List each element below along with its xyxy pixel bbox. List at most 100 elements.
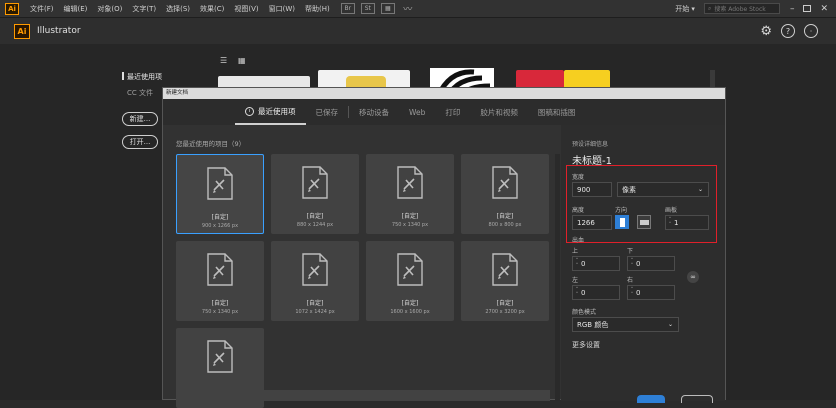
ai-logo-icon: Ai — [5, 2, 19, 15]
create-button[interactable] — [637, 395, 665, 403]
cc-files-nav-item[interactable]: CC 文件 — [127, 88, 153, 98]
bleed-top-input[interactable]: ˄ ˅ 0 — [572, 256, 620, 271]
tab-print[interactable]: 打印 — [435, 99, 470, 125]
menu-help[interactable]: 帮助(H) — [300, 4, 335, 14]
bridge-icon[interactable]: Br — [340, 3, 355, 14]
bleed-right-value: 0 — [636, 288, 641, 297]
close-icon[interactable]: ✕ — [820, 4, 828, 14]
stepper-icon[interactable]: ˄ ˅ — [573, 258, 581, 269]
open-button[interactable]: 打开... — [122, 135, 158, 149]
bleed-left-input[interactable]: ˄ ˅ 0 — [572, 285, 620, 300]
close-dialog-button[interactable] — [681, 395, 713, 403]
preset-card[interactable]: [自定] 750 x 1340 px — [366, 154, 454, 234]
height-label: 高度 — [572, 207, 585, 214]
search-input[interactable]: ⌕ 搜索 Adobe Stock — [703, 3, 780, 14]
preset-size: 2700 x 3200 px — [485, 309, 525, 315]
more-settings-link[interactable]: 更多设置 — [572, 340, 600, 350]
preset-card[interactable]: [自定] 900 x 1266 px — [176, 154, 264, 234]
illustrator-logo-icon: Ai — [14, 23, 30, 39]
gear-icon[interactable]: ⚙ — [760, 24, 772, 39]
bleed-bottom-input[interactable]: ˄ ˅ 0 — [627, 256, 675, 271]
arrange-icon[interactable]: ▦ — [380, 3, 395, 14]
preset-size: 900 x 1266 px — [201, 223, 239, 229]
preset-details-panel: 预设详细信息 未标题-1 宽度 900 像素 ⌄ 高度 1266 方向 画板 ˄… — [561, 125, 725, 403]
stepper-icon[interactable]: ˄ ˅ — [628, 287, 636, 298]
tab-saved[interactable]: 已保存 — [306, 99, 349, 125]
help-icon[interactable]: ? — [781, 24, 795, 38]
preset-scrollbar[interactable] — [555, 154, 560, 401]
document-icon — [207, 241, 233, 290]
document-icon — [207, 328, 233, 377]
search-placeholder: 搜索 Adobe Stock — [714, 6, 766, 13]
portrait-icon[interactable] — [615, 215, 629, 229]
menu-effect[interactable]: 效果(C) — [195, 4, 229, 14]
preset-size: 800 x 800 px — [488, 222, 522, 228]
orientation-label: 方向 — [615, 207, 628, 214]
preset-size: 750 x 1340 px — [391, 222, 429, 228]
new-button[interactable]: 新建... — [122, 112, 158, 126]
width-label: 宽度 — [572, 174, 585, 181]
bleed-bottom-value: 0 — [636, 259, 641, 268]
document-icon — [492, 241, 518, 290]
stepper-icon[interactable]: ˄ ˅ — [666, 217, 674, 228]
bleed-left-value: 0 — [581, 288, 586, 297]
artboards-label: 画板 — [665, 207, 678, 214]
tab-recent[interactable]: ı 最近使用项 — [235, 99, 306, 125]
unit-select[interactable]: 像素 ⌄ — [617, 182, 709, 197]
grid-view-icon[interactable]: ▦ — [238, 56, 246, 65]
menu-view[interactable]: 视图(V) — [229, 4, 263, 14]
gpu-icon[interactable]: 〰 — [401, 3, 415, 15]
preset-name: [自定] — [306, 213, 324, 220]
maximize-icon[interactable] — [803, 5, 812, 12]
bleed-right-label: 右 — [627, 277, 634, 284]
bleed-right-input[interactable]: ˄ ˅ 0 — [627, 285, 675, 300]
color-mode-label: 颜色模式 — [572, 309, 597, 316]
preset-card[interactable]: [自定] 880 x 1244 px — [271, 154, 359, 234]
color-mode-value: RGB 颜色 — [577, 320, 609, 329]
menu-bar: Ai 文件(F) 编辑(E) 对象(O) 文字(T) 选择(S) 效果(C) 视… — [0, 0, 836, 18]
color-mode-select[interactable]: RGB 颜色 ⌄ — [572, 317, 679, 332]
menu-object[interactable]: 对象(O) — [92, 4, 127, 14]
menu-window[interactable]: 窗口(W) — [264, 4, 300, 14]
tab-film-video[interactable]: 胶片和视频 — [470, 99, 528, 125]
menu-file[interactable]: 文件(F) — [25, 4, 59, 14]
preset-name: [自定] — [211, 214, 229, 221]
preset-card[interactable]: [自定] 800 x 800 px — [461, 154, 549, 234]
stepper-icon[interactable]: ˄ ˅ — [628, 258, 636, 269]
template-search-bar[interactable] — [176, 390, 550, 401]
new-document-dialog: 新建文档 ı 最近使用项 已保存 移动设备 Web 打印 胶片和视频 图稿和插图… — [162, 87, 726, 408]
workspace-switcher[interactable]: 开始 ▾ — [670, 4, 700, 14]
stepper-icon[interactable]: ˄ ˅ — [573, 287, 581, 298]
preset-name: [自定] — [211, 300, 229, 307]
account-icon[interactable]: · — [804, 24, 818, 38]
document-icon — [302, 154, 328, 203]
list-view-icon[interactable]: ☰ — [220, 56, 227, 65]
width-input[interactable]: 900 — [572, 182, 612, 197]
minimize-icon[interactable]: – — [790, 4, 795, 14]
stock-icon[interactable]: St — [360, 3, 375, 14]
menu-select[interactable]: 选择(S) — [161, 4, 195, 14]
recent-indicator — [122, 72, 124, 80]
menu-edit[interactable]: 编辑(E) — [59, 4, 93, 14]
tab-art-illustration[interactable]: 图稿和插图 — [528, 99, 586, 125]
preset-card[interactable]: [自定] 750 x 1340 px — [176, 241, 264, 321]
preset-card[interactable]: [自定] 1072 x 1424 px — [271, 241, 359, 321]
artboards-input[interactable]: ˄ ˅ 1 — [665, 215, 709, 230]
tab-mobile[interactable]: 移动设备 — [349, 99, 399, 125]
menu-type[interactable]: 文字(T) — [127, 4, 161, 14]
preset-card[interactable]: [自定] 1600 x 1600 px — [366, 241, 454, 321]
tab-web[interactable]: Web — [399, 99, 435, 125]
document-icon — [302, 241, 328, 290]
clock-icon: ı — [245, 106, 254, 116]
link-icon[interactable]: ∞ — [687, 271, 699, 283]
preset-tabs: ı 最近使用项 已保存 移动设备 Web 打印 胶片和视频 图稿和插图 — [163, 99, 725, 125]
highlight-box — [566, 165, 717, 243]
preset-size: 1072 x 1424 px — [295, 309, 335, 315]
preset-size: 880 x 1244 px — [296, 222, 334, 228]
app-title: Illustrator — [37, 26, 81, 36]
preset-card[interactable]: [自定] 2700 x 3200 px — [461, 241, 549, 321]
recent-nav-item[interactable]: 最近使用项 — [127, 72, 162, 82]
landscape-icon[interactable] — [637, 215, 651, 229]
details-header: 预设详细信息 — [572, 141, 609, 148]
height-input[interactable]: 1266 — [572, 215, 612, 230]
